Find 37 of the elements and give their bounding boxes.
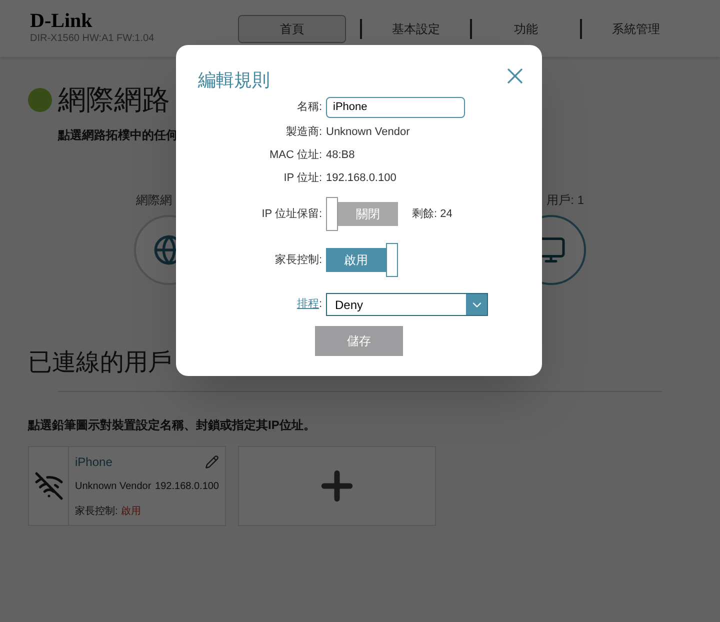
client-ip: 192.168.0.100 <box>155 480 219 494</box>
field-label: 家長控制: <box>274 252 323 268</box>
remaining-count: 剩餘: 24 <box>412 206 452 222</box>
parental-label: 家長控制: <box>75 504 118 519</box>
field-label: 製造商: <box>284 124 323 140</box>
dialog-title: 編輯規則 <box>198 69 270 92</box>
section-hint: 點選鉛筆圖示對裝置設定名稱、封鎖或指定其IP位址。 <box>28 417 316 434</box>
section-hint: 點選網路拓樸中的任何 <box>58 128 178 142</box>
field-label: IP 位址保留: <box>260 206 323 222</box>
nav-tab[interactable]: 基本設定 <box>362 14 470 42</box>
field-value: 192.168.0.100 <box>326 171 396 186</box>
field-value: 48:B8 <box>326 148 355 164</box>
parental-value: 啟用 <box>120 505 141 519</box>
field-value: Unknown Vendor <box>326 125 410 140</box>
label-colon: : <box>318 297 322 312</box>
node-label: 用戶: 1 <box>546 192 584 209</box>
node-label: 網際網 <box>136 192 172 209</box>
nav-tab[interactable]: 功能 <box>472 14 580 42</box>
add-client-card[interactable] <box>238 446 436 526</box>
schedule-select[interactable]: Deny <box>326 293 488 316</box>
field-label: IP 位址: <box>282 171 323 186</box>
save-button[interactable]: 儲存 <box>315 326 403 356</box>
nav-tab[interactable]: 首頁 <box>238 14 346 42</box>
logo: D-Link <box>30 11 94 31</box>
section-title: 網際網路 <box>58 83 170 117</box>
nav-tab[interactable]: 系統管理 <box>582 14 690 42</box>
pencil-icon[interactable] <box>205 455 219 469</box>
wifi-off-icon <box>34 471 64 501</box>
section-title: 已連線的用戶 <box>28 348 172 378</box>
name-field[interactable]: iPhone <box>326 96 465 118</box>
field-label: MAC 位址: <box>268 148 323 164</box>
schedule-link[interactable]: 排程 <box>296 296 319 313</box>
field-label: 名稱: <box>296 100 323 115</box>
client-vendor: Unknown Vendor <box>75 480 152 494</box>
toggle-label: 啟用 <box>344 252 368 269</box>
toggle-label: 關閉 <box>356 206 380 223</box>
client-name: iPhone <box>75 454 112 471</box>
